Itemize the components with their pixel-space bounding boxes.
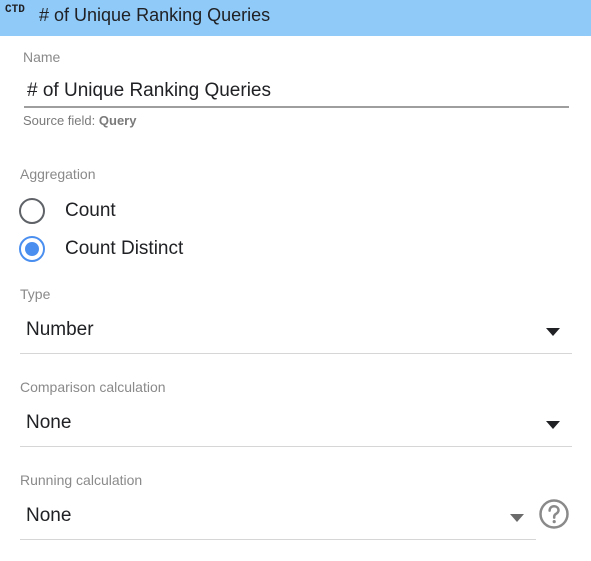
running-calculation-select[interactable]: None [20,500,536,540]
running-calculation-value: None [26,505,72,526]
radio-label-count: Count [65,200,116,221]
source-field-value: Query [98,113,137,128]
source-field-note: Source field: Query [23,113,136,128]
radio-option-count-distinct[interactable]: Count Distinct [19,233,183,265]
name-label: Name [23,49,61,65]
help-circle-icon[interactable] [538,498,570,530]
field-header: CTD # of Unique Ranking Queries [0,0,591,36]
type-select-value: Number [26,319,94,340]
radio-checked-icon[interactable] [19,236,45,262]
radio-unchecked-icon[interactable] [19,198,45,224]
chevron-down-icon[interactable] [510,514,524,522]
comparison-calculation-select[interactable]: None [20,407,572,447]
type-label: Type [20,286,51,302]
radio-selected-dot [25,242,39,256]
chevron-down-icon[interactable] [546,328,560,336]
field-header-title: # of Unique Ranking Queries [39,5,271,25]
field-type-badge: CTD [5,4,25,16]
running-calculation-label: Running calculation [20,472,143,488]
type-select[interactable]: Number [20,314,572,354]
source-field-prefix: Source field: [23,113,96,128]
aggregation-label: Aggregation [20,166,96,182]
field-editor-panel: CTD # of Unique Ranking Queries Name Sou… [0,0,591,561]
comparison-calculation-label: Comparison calculation [20,379,166,395]
chevron-down-icon[interactable] [546,421,560,429]
comparison-calculation-value: None [26,412,72,433]
name-input[interactable] [24,76,569,108]
radio-option-count[interactable]: Count [19,195,116,227]
radio-label-count-distinct: Count Distinct [65,238,184,259]
